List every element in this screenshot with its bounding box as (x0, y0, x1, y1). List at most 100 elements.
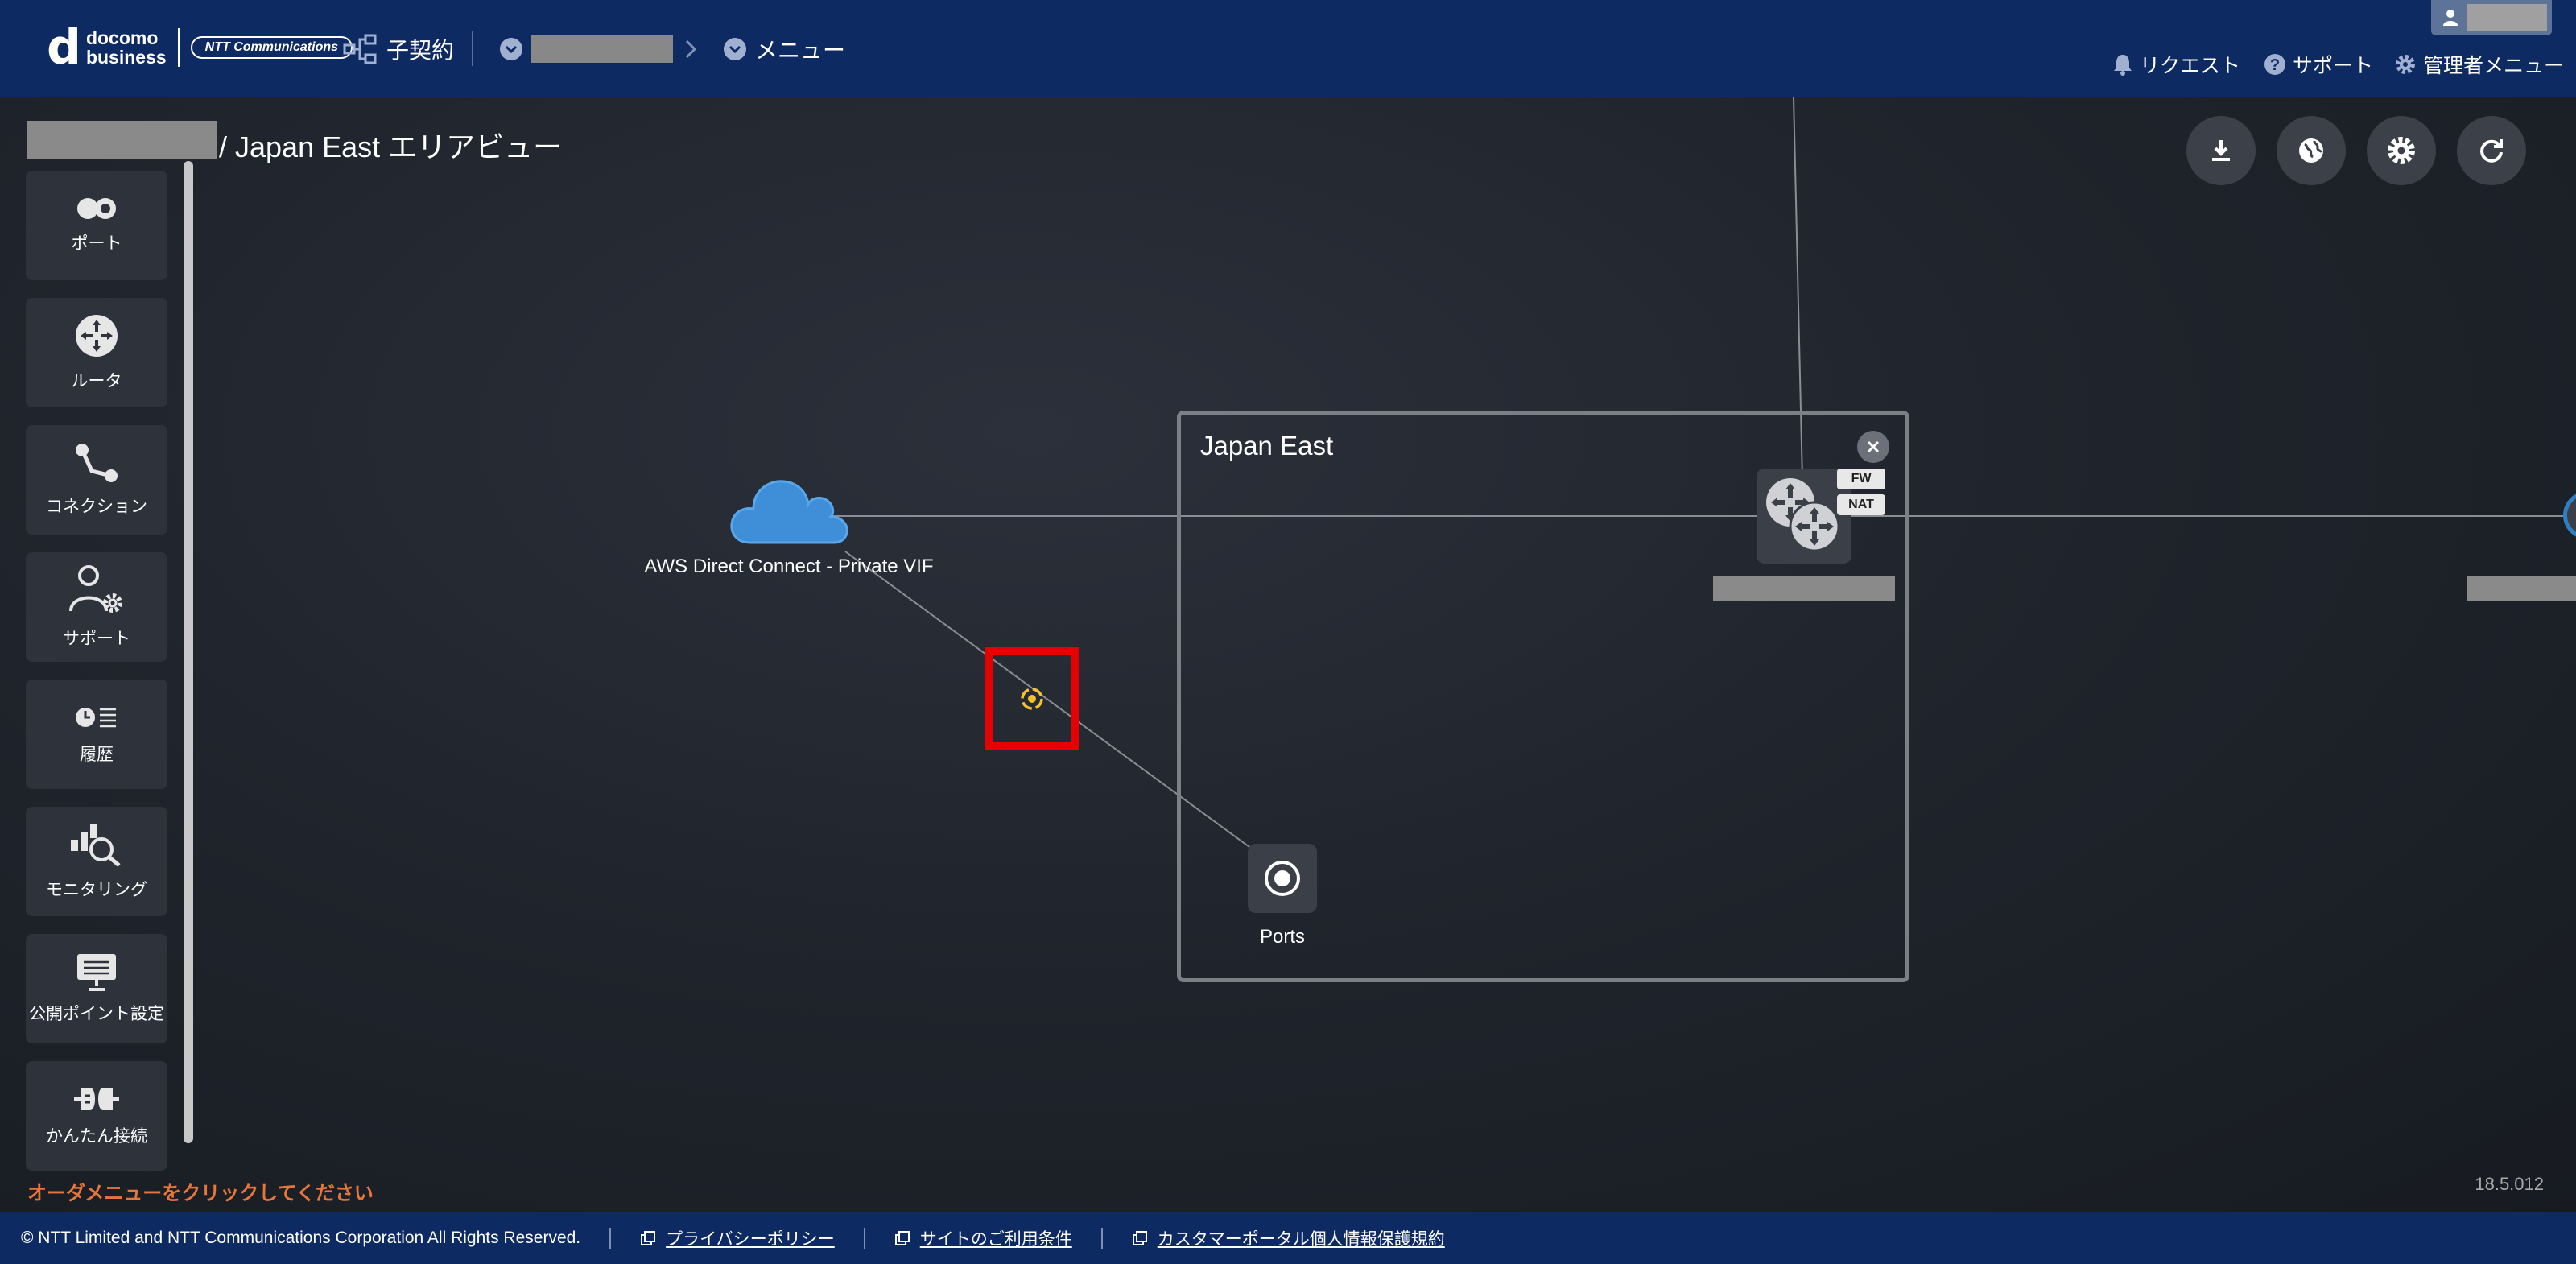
sidebar-item-easy-connect[interactable]: かんたん接続 (26, 1061, 167, 1171)
request-link[interactable]: リクエスト (2112, 50, 2240, 79)
ports-label: Ports (1259, 926, 1305, 948)
aws-node-label: AWS Direct Connect - Private VIF (644, 556, 934, 577)
download-icon (2212, 140, 2230, 161)
menu-selector[interactable]: メニュー (723, 29, 845, 69)
aws-direct-connect-node[interactable]: AWS Direct Connect - Private VIF (628, 469, 950, 578)
gear-icon (2396, 55, 2415, 74)
download-button[interactable] (2186, 116, 2256, 185)
sidebar-item-label: コネクション (46, 498, 147, 516)
external-link-icon (1132, 1231, 1147, 1245)
redacted-node-name (2467, 576, 2576, 601)
user-account-button[interactable] (2431, 0, 2552, 35)
gear-icon (2388, 137, 2415, 164)
sidebar-item-label: モニタリング (46, 881, 147, 899)
external-link-icon (894, 1231, 910, 1245)
region-title: Japan East (1200, 431, 1334, 461)
logo-line2: business (85, 47, 167, 68)
terms-label: サイトのご利用条件 (919, 1230, 1072, 1249)
child-contract-label: 子契約 (386, 38, 455, 63)
fw-tag: FW (1837, 469, 1885, 489)
contract-selector[interactable] (499, 29, 673, 69)
sidebar-item-label: ルータ (71, 372, 122, 390)
monitoring-icon (71, 824, 121, 867)
port-icon (1265, 861, 1300, 896)
chevron-right-icon (685, 39, 697, 59)
version-text: 18.5.012 (2475, 1174, 2544, 1194)
footer-divider (1100, 1228, 1103, 1249)
globe-button[interactable] (2277, 116, 2346, 185)
connection-status-marker[interactable] (985, 647, 1079, 750)
redacted-router-name (1713, 576, 1895, 601)
sidebar-menu: ポート ルータ コネクション サポート 履歴 モニタリング 公開ポイント設定 か… (26, 171, 167, 1188)
sidebar-item-label: 履歴 (80, 746, 114, 764)
customer-privacy-label: カスタマーポータル個人情報保護規約 (1157, 1230, 1445, 1249)
sidebar-item-support[interactable]: サポート (26, 552, 167, 662)
user-icon (2443, 10, 2458, 26)
menu-label: メニュー (755, 38, 846, 63)
sidebar-item-port[interactable]: ポート (26, 171, 167, 280)
refresh-icon (2480, 139, 2503, 163)
breadcrumb-separator (683, 29, 707, 69)
top-header: d docomo business NTT Communications 子契約 (0, 0, 2576, 97)
history-icon (76, 708, 116, 728)
offscreen-node[interactable] (2563, 491, 2576, 539)
header-divider (472, 31, 473, 66)
logo-mark: d (47, 19, 81, 76)
admin-menu-label: 管理者メニュー (2423, 55, 2565, 77)
connection-status-icon (1021, 688, 1043, 710)
privacy-policy-label: プライバシーポリシー (666, 1230, 835, 1249)
redacted-contract-title (27, 121, 217, 159)
sidebar-item-history[interactable]: 履歴 (26, 680, 167, 789)
router-icon (76, 315, 118, 357)
request-label: リクエスト (2140, 55, 2241, 77)
docomo-business-logo[interactable]: d docomo business NTT Communications (47, 23, 353, 72)
settings-button[interactable] (2367, 116, 2436, 185)
chevron-down-circle-icon (500, 38, 522, 60)
sidebar-item-public-point[interactable]: 公開ポイント設定 (26, 934, 167, 1043)
hierarchy-icon (343, 34, 377, 64)
chevron-down-circle-icon (724, 38, 746, 60)
refresh-button[interactable] (2457, 116, 2526, 185)
external-link-icon (641, 1231, 656, 1245)
nat-tag: NAT (1837, 494, 1885, 515)
footer-divider (863, 1228, 865, 1249)
region-close-button[interactable] (1857, 431, 1889, 463)
connection-icon (76, 444, 118, 482)
sidebar-item-label: ポート (71, 234, 122, 253)
child-contract-link[interactable]: 子契約 (343, 29, 454, 69)
sidebar-item-connection[interactable]: コネクション (26, 425, 167, 535)
close-icon (1867, 440, 1880, 453)
logo-line1: docomo (85, 27, 159, 48)
redacted-contract-name (531, 35, 673, 63)
ntt-communications-logo: NTT Communications (190, 36, 353, 59)
terms-link[interactable]: サイトのご利用条件 (894, 1226, 1072, 1250)
port-icon (77, 198, 116, 219)
privacy-policy-link[interactable]: プライバシーポリシー (640, 1226, 835, 1250)
logo-divider (177, 28, 180, 67)
public-point-icon (77, 954, 116, 991)
page-title: / Japan East エリアビュー (219, 130, 563, 163)
order-menu-hint: オーダメニューをクリックしてください (27, 1183, 374, 1204)
sidebar-item-label: 公開ポイント設定 (29, 1005, 164, 1023)
easy-connect-icon (74, 1088, 119, 1110)
globe-icon (2299, 138, 2323, 163)
support-link[interactable]: ? サポート (2264, 50, 2373, 79)
copyright-text: © NTT Limited and NTT Communications Cor… (21, 1229, 581, 1247)
sidebar-item-label: かんたん接続 (46, 1127, 147, 1146)
sidebar-item-label: サポート (63, 630, 130, 648)
admin-menu-link[interactable]: 管理者メニュー (2394, 50, 2564, 79)
bell-icon (2114, 55, 2132, 76)
sidebar-item-monitoring[interactable]: モニタリング (26, 807, 167, 916)
redacted-user-name (2467, 4, 2547, 31)
canvas-toolbar (2186, 116, 2526, 185)
area-view-canvas[interactable]: / Japan East エリアビュー ポート ルータ コネクション サポート … (0, 97, 2576, 1212)
sidebar-scrollbar[interactable] (184, 161, 193, 1143)
svg-text:?: ? (2270, 56, 2280, 74)
customer-privacy-link[interactable]: カスタマーポータル個人情報保護規約 (1132, 1226, 1445, 1250)
sidebar-item-router[interactable]: ルータ (26, 298, 167, 407)
support-label: サポート (2293, 55, 2374, 77)
footer-divider (609, 1228, 612, 1249)
cloud-icon (730, 480, 848, 544)
support-user-gear-icon (69, 565, 122, 613)
ports-node[interactable] (1248, 844, 1317, 913)
